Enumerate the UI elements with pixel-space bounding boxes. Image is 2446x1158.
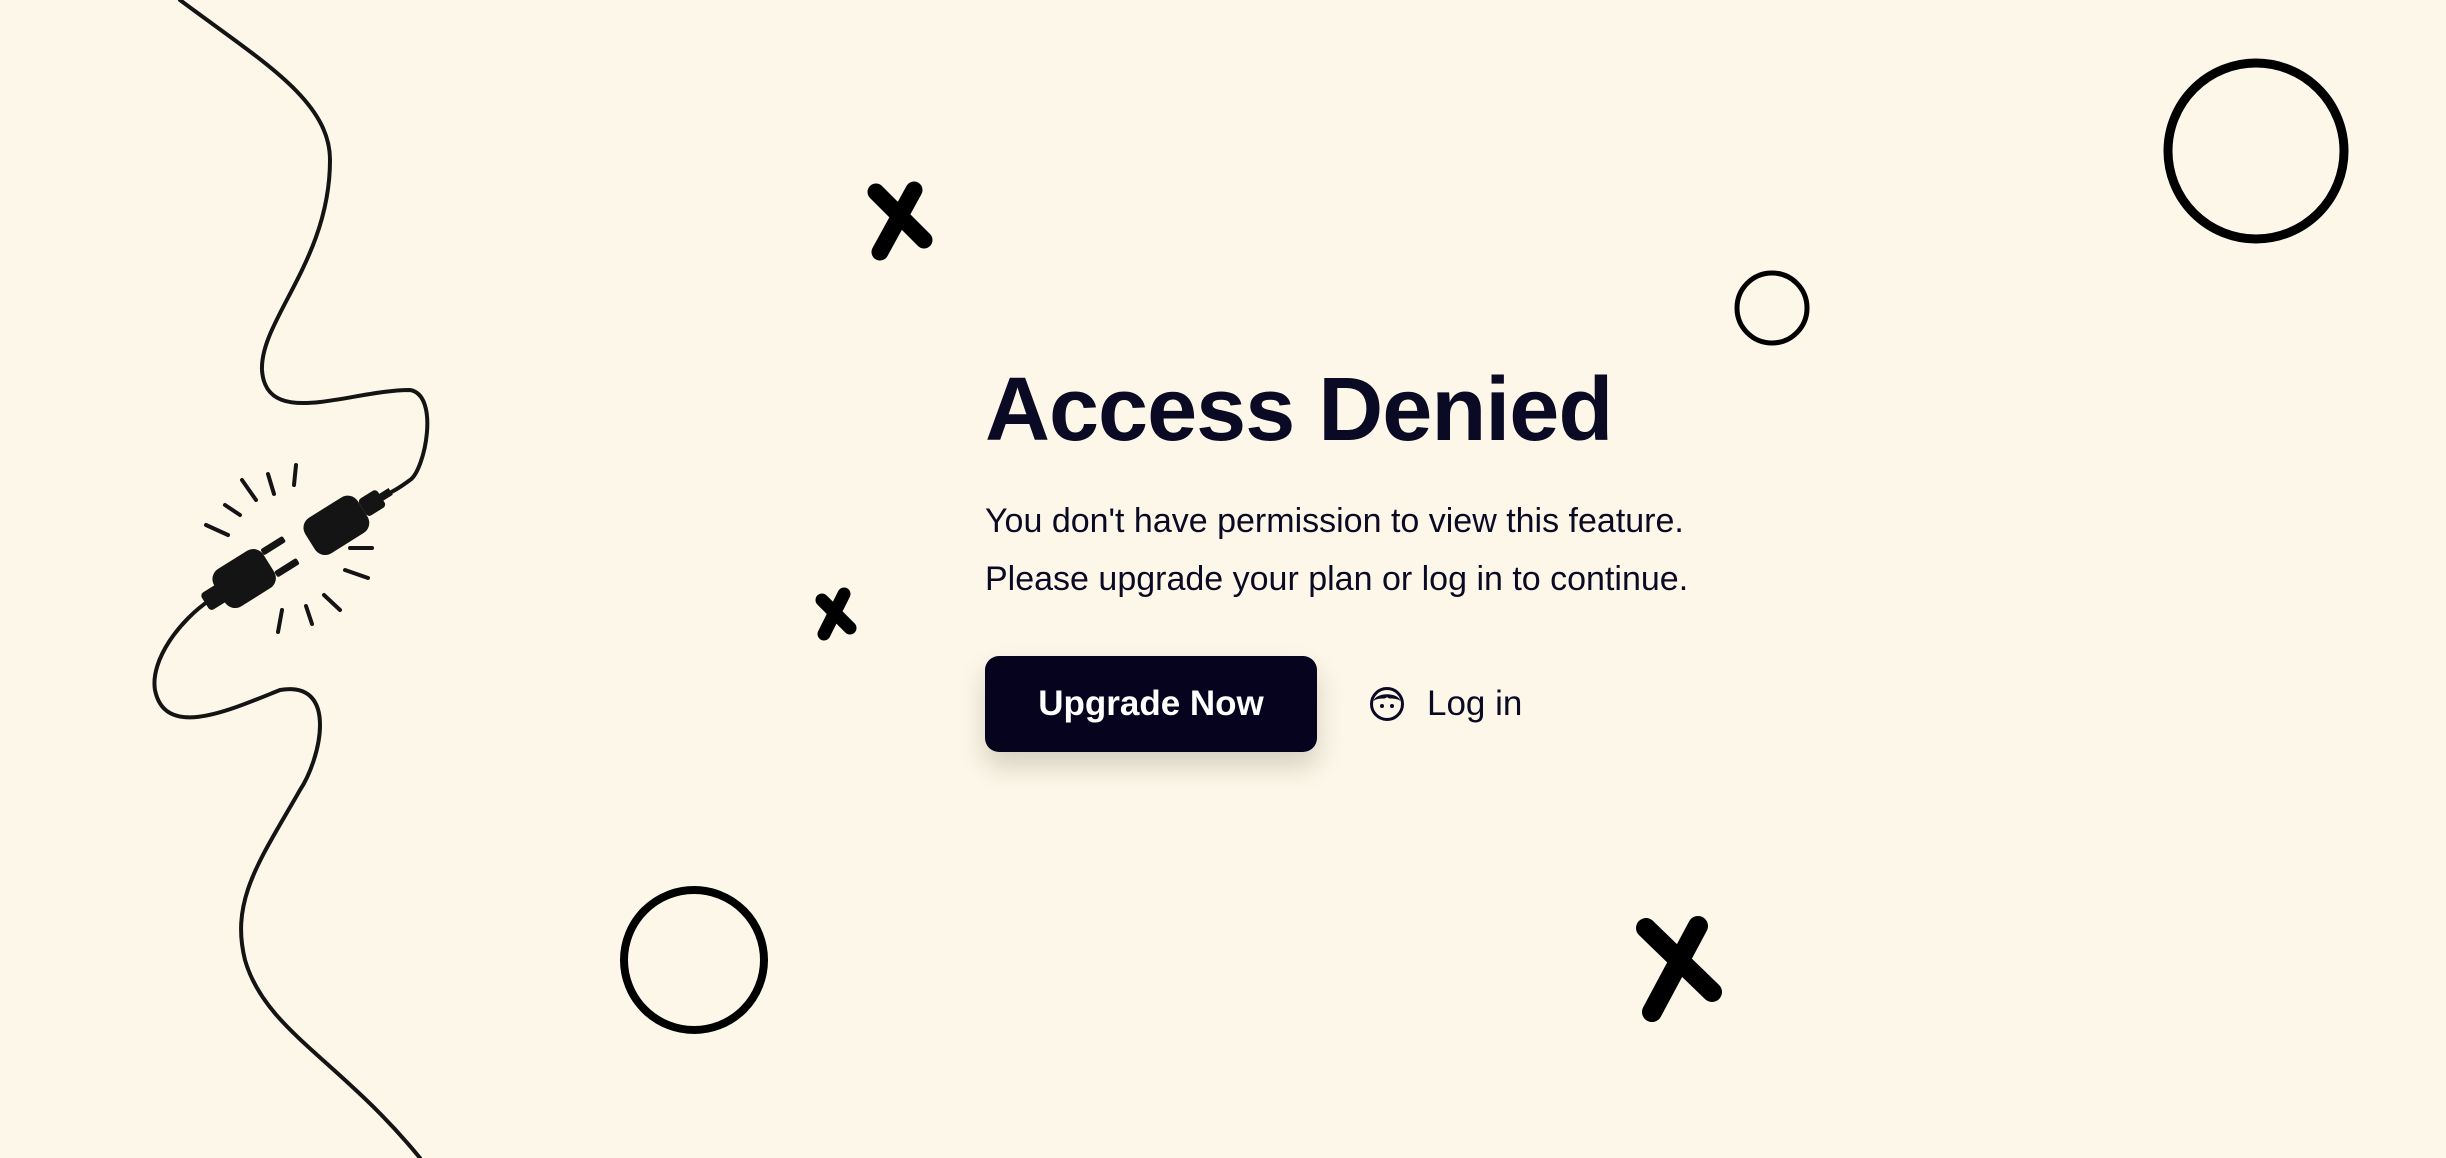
x-mark-decoration-2 [815,587,857,641]
circle-decoration-medium [620,886,768,1034]
log-in-label: Log in [1427,684,1523,723]
action-row: Upgrade Now Log in [985,656,1785,752]
x-mark-decoration-3 [1636,916,1722,1022]
circle-decoration-small [1734,270,1810,346]
user-face-icon [1370,687,1404,721]
access-denied-page: Access Denied You don't have permission … [0,0,2446,1158]
upgrade-now-button[interactable]: Upgrade Now [985,656,1317,752]
permission-message: You don't have permission to view this f… [985,492,1785,608]
x-mark-decoration-1 [867,181,933,261]
circle-decoration-large [2163,58,2349,244]
message-line-1: You don't have permission to view this f… [985,502,1684,540]
unplugged-cable-icon [152,0,430,1158]
page-title: Access Denied [985,360,1613,460]
access-denied-content: Access Denied You don't have permission … [985,358,1785,752]
message-line-2: Please upgrade your plan or log in to co… [985,560,1689,598]
log-in-link[interactable]: Log in [1369,684,1522,724]
